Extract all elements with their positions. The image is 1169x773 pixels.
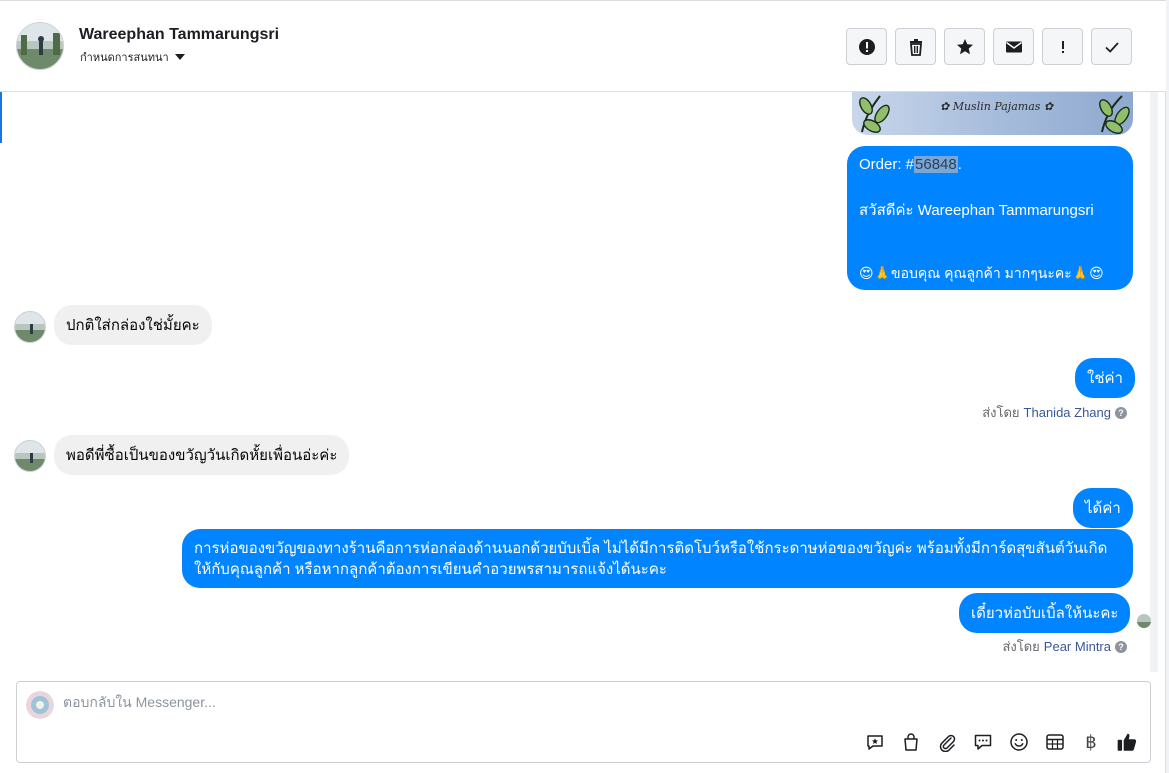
help-icon[interactable]: ? — [1115, 640, 1127, 653]
star-button[interactable] — [944, 28, 985, 65]
outgoing-message[interactable]: ได้ค่า — [1073, 488, 1133, 528]
caret-down-icon — [174, 54, 185, 60]
order-prefix: Order: # — [859, 156, 915, 173]
alert-circle-icon — [858, 38, 875, 55]
star-icon — [956, 38, 973, 54]
sender-avatar — [14, 311, 46, 343]
reply-composer: ฿ — [16, 681, 1151, 763]
order-thanks: 😍🙏ขอบคุณ คุณลูกค้า มากๆนะคะ🙏😍 — [859, 265, 1104, 281]
order-suffix: . — [957, 156, 962, 173]
sent-by-info: ส่งโดย Pear Mintra ? — [1002, 636, 1127, 657]
envelope-icon — [1005, 41, 1022, 52]
outgoing-message[interactable]: เดี๋ยวห่อบับเบิ้ลให้นะคะ — [959, 593, 1131, 633]
product-banner-image[interactable]: ✿ Muslin Pajamas ✿ — [852, 92, 1133, 135]
incoming-message[interactable]: ปกติใส่กล่องใช่มั้ยคะ — [54, 305, 212, 345]
thumbs-up-icon — [1117, 733, 1137, 751]
emoji-button[interactable] — [1006, 729, 1032, 755]
assign-conversation-dropdown[interactable]: กำหนดการสนทนา — [80, 48, 185, 66]
sent-by-label: ส่งโดย — [1002, 639, 1040, 654]
chat-bubble-icon — [974, 734, 992, 750]
baht-icon: ฿ — [1085, 731, 1097, 753]
order-confirmation-message[interactable]: Order: #56848. สวัสดีค่ะ Wareephan Tamma… — [847, 146, 1133, 290]
exclamation-icon — [1061, 40, 1064, 53]
order-number-line: Order: #56848. — [859, 156, 962, 173]
reply-input[interactable] — [63, 694, 763, 710]
mark-done-button[interactable] — [1091, 28, 1132, 65]
agent-name[interactable]: Thanida Zhang — [1024, 405, 1111, 420]
contact-name: Wareephan Tammarungsri — [79, 26, 280, 43]
attach-button[interactable] — [934, 729, 960, 755]
smiley-icon — [1010, 733, 1028, 751]
sent-by-label: ส่งโดย — [982, 405, 1020, 420]
mark-important-button[interactable] — [1042, 28, 1083, 65]
message-thread[interactable]: ✿ Muslin Pajamas ✿ Order: #56848. สวัสดี… — [0, 92, 1160, 672]
payment-button[interactable]: ฿ — [1078, 729, 1104, 755]
conversation-panel: Wareephan Tammarungsri กำหนดการสนทนา ✿ M… — [0, 0, 1166, 773]
shopping-bag-icon — [904, 733, 918, 751]
page-avatar — [26, 691, 54, 719]
assign-conversation-label: กำหนดการสนทนา — [80, 52, 169, 64]
outgoing-message-long[interactable]: การห่อของขวัญของทางร้านคือการห่อกล่องด้า… — [182, 529, 1133, 588]
message-line: การห่อของขวัญของทางร้านคือการห่อกล่องด้า… — [194, 540, 1108, 557]
outgoing-message[interactable]: ใช่ค่า — [1075, 358, 1135, 398]
agent-name[interactable]: Pear Mintra — [1044, 639, 1111, 654]
table-grid-icon — [1046, 734, 1064, 750]
conversation-toolbar — [846, 28, 1132, 65]
sender-avatar — [14, 440, 46, 472]
like-button[interactable] — [1114, 729, 1140, 755]
banner-caption: ✿ Muslin Pajamas ✿ — [940, 100, 1054, 113]
read-receipt-avatar — [1137, 614, 1151, 628]
chat-star-icon — [867, 735, 883, 750]
composer-toolbar: ฿ — [862, 729, 1140, 755]
message-line: ให้กับคุณลูกค้า หรือหากลูกค้าต้องการเขีย… — [194, 561, 667, 578]
mark-unread-button[interactable] — [993, 28, 1034, 65]
thread-scrollbar[interactable] — [1150, 92, 1158, 672]
paperclip-icon — [939, 734, 956, 752]
order-number: 56848 — [914, 156, 958, 173]
order-greeting: สวัสดีค่ะ Wareephan Tammarungsri — [859, 202, 1094, 219]
checkmark-icon — [1104, 41, 1119, 53]
saved-reply-button[interactable] — [862, 729, 888, 755]
sent-by-info: ส่งโดย Thanida Zhang ? — [982, 402, 1127, 423]
contact-avatar[interactable] — [16, 22, 64, 70]
incoming-message[interactable]: พอดีพี่ซื้อเป็นของขวัญวันเกิดหั้ยเพื่อนอ… — [54, 435, 350, 475]
help-icon[interactable]: ? — [1115, 406, 1127, 419]
trash-icon — [909, 38, 922, 56]
order-button[interactable] — [1042, 729, 1068, 755]
quick-replies-button[interactable] — [970, 729, 996, 755]
shop-button[interactable] — [898, 729, 924, 755]
mark-spam-button[interactable] — [846, 28, 887, 65]
conversation-header: Wareephan Tammarungsri กำหนดการสนทนา — [0, 1, 1166, 92]
delete-button[interactable] — [895, 28, 936, 65]
